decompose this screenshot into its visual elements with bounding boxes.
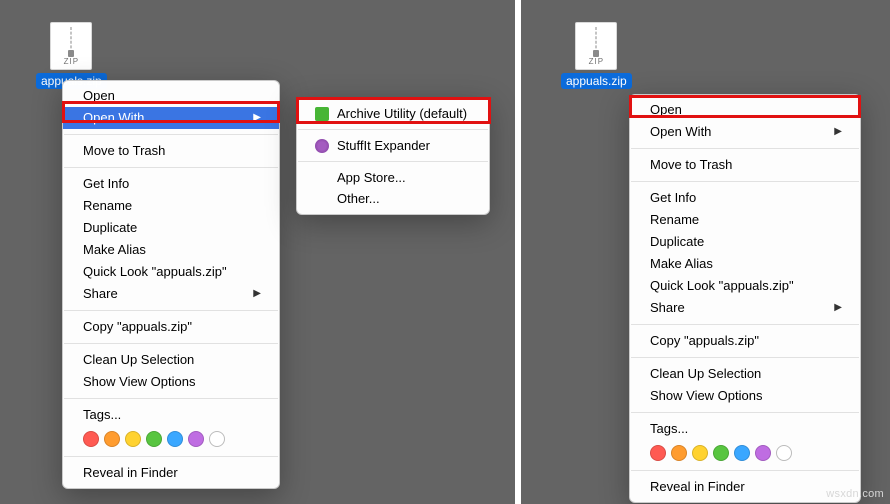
menu-open-with[interactable]: Open With ▶ — [63, 107, 279, 129]
menu-separator — [64, 167, 278, 168]
menu-open[interactable]: Open — [63, 85, 279, 107]
file-label: appuals.zip — [561, 73, 632, 89]
menu-separator — [64, 343, 278, 344]
archive-utility-icon — [315, 107, 329, 121]
menu-view-options[interactable]: Show View Options — [63, 371, 279, 393]
menu-separator — [64, 310, 278, 311]
menu-duplicate[interactable]: Duplicate — [630, 231, 860, 253]
menu-duplicate[interactable]: Duplicate — [63, 217, 279, 239]
chevron-right-icon: ▶ — [834, 123, 842, 141]
tag-purple[interactable] — [755, 445, 771, 461]
menu-share[interactable]: Share ▶ — [630, 297, 860, 319]
tag-orange[interactable] — [671, 445, 687, 461]
menu-rename[interactable]: Rename — [630, 209, 860, 231]
tag-green[interactable] — [713, 445, 729, 461]
menu-separator — [631, 324, 859, 325]
file-appuals-zip[interactable]: appuals.zip — [561, 22, 632, 89]
tag-yellow[interactable] — [125, 431, 141, 447]
chevron-right-icon: ▶ — [834, 299, 842, 317]
open-with-submenu[interactable]: Archive Utility (default) StuffIt Expand… — [296, 97, 490, 215]
zip-file-icon — [575, 22, 617, 70]
tag-orange[interactable] — [104, 431, 120, 447]
menu-separator — [631, 412, 859, 413]
menu-separator — [631, 357, 859, 358]
menu-quick-look[interactable]: Quick Look "appuals.zip" — [63, 261, 279, 283]
menu-get-info[interactable]: Get Info — [63, 173, 279, 195]
tag-color-row — [63, 426, 279, 451]
menu-move-to-trash[interactable]: Move to Trash — [63, 140, 279, 162]
menu-separator — [64, 398, 278, 399]
watermark: wsxdn.com — [826, 488, 884, 500]
menu-clean-up[interactable]: Clean Up Selection — [63, 349, 279, 371]
menu-reveal-in-finder[interactable]: Reveal in Finder — [63, 462, 279, 484]
tag-red[interactable] — [83, 431, 99, 447]
menu-move-to-trash[interactable]: Move to Trash — [630, 154, 860, 176]
menu-share[interactable]: Share ▶ — [63, 283, 279, 305]
menu-open[interactable]: Open — [630, 99, 860, 121]
file-appuals-zip[interactable]: appuals.zip — [36, 22, 107, 89]
menu-copy[interactable]: Copy "appuals.zip" — [630, 330, 860, 352]
menu-clean-up[interactable]: Clean Up Selection — [630, 363, 860, 385]
menu-separator — [298, 129, 488, 130]
tag-none[interactable] — [209, 431, 225, 447]
chevron-right-icon: ▶ — [253, 285, 261, 303]
context-menu-left[interactable]: Open Open With ▶ Move to Trash Get Info … — [62, 80, 280, 489]
menu-separator — [631, 181, 859, 182]
tag-purple[interactable] — [188, 431, 204, 447]
tag-red[interactable] — [650, 445, 666, 461]
menu-separator — [631, 470, 859, 471]
menu-rename[interactable]: Rename — [63, 195, 279, 217]
tag-blue[interactable] — [167, 431, 183, 447]
zip-file-icon — [50, 22, 92, 70]
menu-separator — [64, 134, 278, 135]
desktop-left: appuals.zip Open Open With ▶ Move to Tra… — [0, 0, 515, 504]
menu-get-info[interactable]: Get Info — [630, 187, 860, 209]
tag-none[interactable] — [776, 445, 792, 461]
menu-quick-look[interactable]: Quick Look "appuals.zip" — [630, 275, 860, 297]
menu-make-alias[interactable]: Make Alias — [630, 253, 860, 275]
menu-tags[interactable]: Tags... — [630, 418, 860, 440]
menu-copy[interactable]: Copy "appuals.zip" — [63, 316, 279, 338]
tag-blue[interactable] — [734, 445, 750, 461]
submenu-app-store[interactable]: App Store... — [297, 167, 489, 188]
menu-tags[interactable]: Tags... — [63, 404, 279, 426]
menu-open-with[interactable]: Open With ▶ — [630, 121, 860, 143]
blank-icon — [315, 192, 329, 206]
submenu-archive-utility[interactable]: Archive Utility (default) — [297, 103, 489, 124]
context-menu-right[interactable]: Open Open With ▶ Move to Trash Get Info … — [629, 94, 861, 503]
tag-green[interactable] — [146, 431, 162, 447]
desktop-right: appuals.zip Open Open With ▶ Move to Tra… — [521, 0, 890, 504]
stuffit-icon — [315, 139, 329, 153]
submenu-stuffit[interactable]: StuffIt Expander — [297, 135, 489, 156]
menu-view-options[interactable]: Show View Options — [630, 385, 860, 407]
chevron-right-icon: ▶ — [253, 109, 261, 127]
menu-separator — [64, 456, 278, 457]
tag-yellow[interactable] — [692, 445, 708, 461]
blank-icon — [315, 171, 329, 185]
menu-separator — [298, 161, 488, 162]
tag-color-row — [630, 440, 860, 465]
submenu-other[interactable]: Other... — [297, 188, 489, 209]
menu-make-alias[interactable]: Make Alias — [63, 239, 279, 261]
menu-separator — [631, 148, 859, 149]
